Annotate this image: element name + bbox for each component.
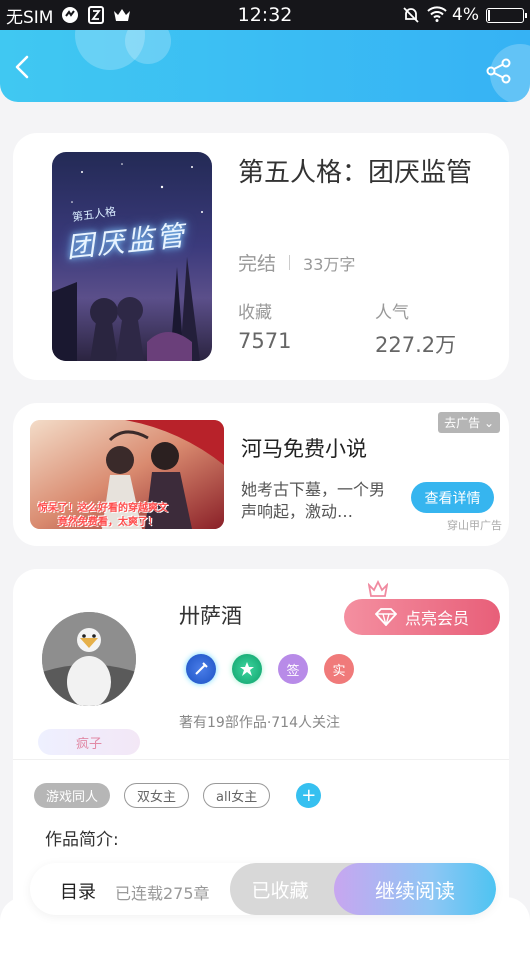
book-meta: 完结 33万字 <box>238 249 355 276</box>
favorites-value: 7571 <box>238 329 292 353</box>
meta-divider <box>289 255 291 270</box>
back-icon[interactable] <box>10 54 36 80</box>
continue-reading-button[interactable]: 继续阅读 <box>334 863 496 915</box>
avatar[interactable] <box>42 612 136 706</box>
share-icon[interactable] <box>486 58 512 84</box>
rank-label: 疯子 <box>75 736 102 752</box>
author-stats: 著有19部作品·714人关注 <box>179 715 340 731</box>
ad-description: 她考古下墓，一个男声响起，激动… <box>241 480 386 521</box>
book-title: 第五人格：团厌监管 <box>238 158 473 188</box>
ad-image-caption-1: 惊呆了！这么好看的穿越爽文 <box>38 503 168 514</box>
verified-badge[interactable]: 实 <box>324 654 354 684</box>
writer-level-badge-icon[interactable] <box>186 654 216 684</box>
chevron-down-icon: ⌄ <box>483 416 494 430</box>
author-badges: 签 实 <box>186 654 354 684</box>
achievement-badge-icon[interactable] <box>232 654 262 684</box>
rank-badge: 疯子 <box>38 729 140 755</box>
book-status: 完结 <box>238 253 277 275</box>
diamond-icon <box>374 608 397 626</box>
divider <box>13 759 509 760</box>
ad-title: 河马免费小说 <box>241 437 367 461</box>
bottom-action-bar: 目录 已连载275章 已收藏 继续阅读 <box>30 863 496 915</box>
wifi-icon <box>427 6 447 24</box>
crown-notification-icon <box>113 6 131 24</box>
tag-item[interactable]: 游戏同人 <box>34 783 111 808</box>
ad-image[interactable]: 惊呆了！这么好看的穿越爽文 竟然免费看，太爽了！ <box>30 420 224 529</box>
battery-icon <box>486 7 527 23</box>
remove-ad-label: 去广告 <box>444 416 481 430</box>
popularity-value: 227.2万 <box>375 333 457 357</box>
signed-badge[interactable]: 签 <box>278 654 308 684</box>
tag-list: 游戏同人 双女主 all女主 + <box>34 783 322 808</box>
toc-button[interactable]: 目录 <box>60 878 96 904</box>
carrier-label: 无SIM <box>6 7 54 28</box>
author-name[interactable]: 卅萨酒 <box>179 600 242 630</box>
intro-label: 作品简介: <box>45 830 119 850</box>
ad-image-caption-2: 竟然免费看，太爽了！ <box>58 517 158 528</box>
tag-item[interactable]: 双女主 <box>124 783 190 808</box>
vip-button[interactable]: 点亮会员 <box>344 599 500 635</box>
chapter-count[interactable]: 已连载275章 <box>115 880 210 904</box>
book-info-card: 第五人格 团厌监管 第五人格：团厌监管 完结 33万字 收藏 7571 人气 2… <box>13 133 509 380</box>
ad-details-button[interactable]: 查看详情 <box>411 482 494 513</box>
battery-percent: 4% <box>452 5 479 25</box>
status-bar: 无SIM 12:32 4% <box>0 0 530 30</box>
popularity-label: 人气 <box>375 303 409 323</box>
verified-badge-label: 实 <box>332 663 346 679</box>
clock: 12:32 <box>237 4 293 26</box>
header <box>0 30 530 102</box>
remove-ad-button[interactable]: 去广告 ⌄ <box>438 412 500 433</box>
mute-icon <box>402 6 420 24</box>
collected-label: 已收藏 <box>251 879 309 902</box>
book-word-count: 33万字 <box>303 254 356 274</box>
add-tag-icon[interactable]: + <box>296 783 322 808</box>
signed-badge-label: 签 <box>286 663 300 679</box>
book-cover[interactable]: 第五人格 团厌监管 <box>52 152 212 361</box>
nfc-icon <box>87 6 105 24</box>
app-notification-icon <box>61 6 79 24</box>
favorites-label: 收藏 <box>238 303 272 323</box>
vip-button-label: 点亮会员 <box>404 609 469 628</box>
ad-source: 穿山甲广告 <box>447 519 502 531</box>
ad-card[interactable]: 惊呆了！这么好看的穿越爽文 竟然免费看，太爽了！ 去广告 ⌄ 河马免费小说 她考… <box>13 403 509 546</box>
tag-item[interactable]: all女主 <box>203 783 271 808</box>
